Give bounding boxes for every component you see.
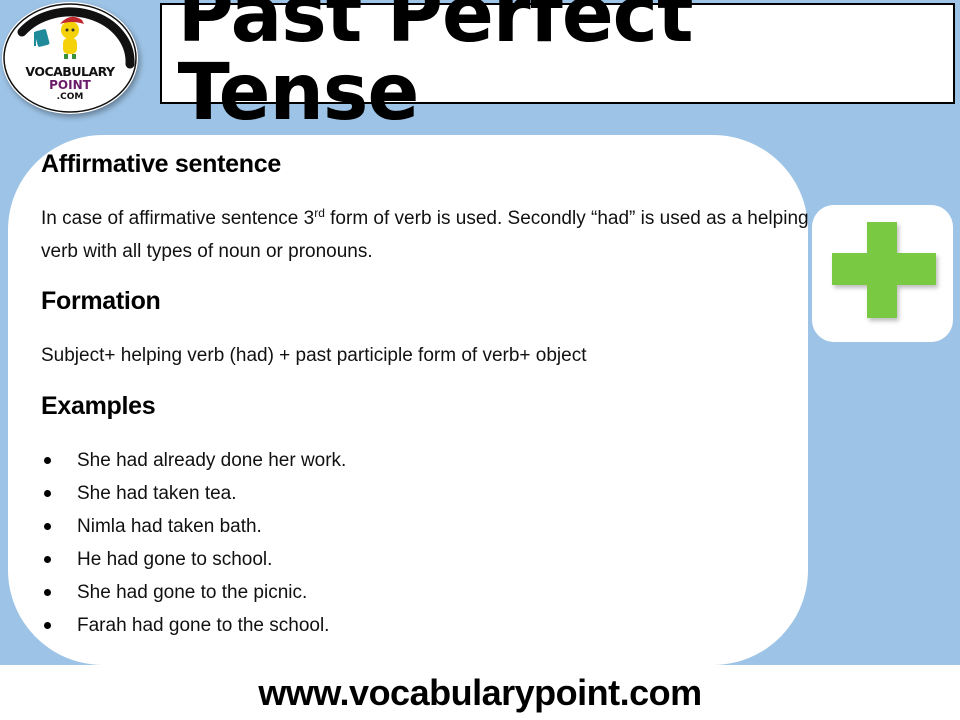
bullet-icon bbox=[44, 523, 51, 530]
example-text: He had gone to school. bbox=[77, 548, 273, 570]
affirmative-heading: Affirmative sentence bbox=[41, 150, 281, 178]
example-text: She had gone to the picnic. bbox=[77, 581, 308, 603]
list-item: Nimla had taken bath. bbox=[41, 510, 346, 543]
ordinal-superscript: rd bbox=[314, 206, 325, 220]
bullet-icon bbox=[44, 457, 51, 464]
examples-heading: Examples bbox=[41, 392, 156, 420]
plus-card bbox=[812, 205, 953, 342]
affirmative-text-part1: In case of affirmative sentence 3 bbox=[41, 208, 315, 229]
title-banner: Past Perfect Tense bbox=[160, 0, 955, 132]
example-text: She had taken tea. bbox=[77, 482, 237, 504]
list-item: He had gone to school. bbox=[41, 543, 346, 576]
page-title: Past Perfect Tense bbox=[177, 0, 694, 138]
logo: VOCABULARY POINT .COM bbox=[2, 2, 138, 114]
formation-heading: Formation bbox=[41, 287, 161, 315]
list-item: She had taken tea. bbox=[41, 477, 346, 510]
example-text: Nimla had taken bath. bbox=[77, 515, 262, 537]
example-text: She had already done her work. bbox=[77, 449, 347, 471]
example-text: Farah had gone to the school. bbox=[77, 614, 330, 636]
list-item: She had gone to the picnic. bbox=[41, 576, 346, 609]
bullet-icon bbox=[44, 556, 51, 563]
logo-text-point: POINT bbox=[49, 78, 91, 92]
list-item: She had already done her work. bbox=[41, 444, 346, 477]
formation-formula: Subject+ helping verb (had) + past parti… bbox=[41, 345, 587, 366]
list-item: Farah had gone to the school. bbox=[41, 609, 346, 642]
bullet-icon bbox=[44, 622, 51, 629]
logo-text-com: .COM bbox=[56, 92, 84, 102]
footer-url: www.vocabularypoint.com bbox=[258, 672, 702, 713]
logo-text-vocabulary: VOCABULARY bbox=[25, 64, 115, 79]
bullet-icon bbox=[44, 589, 51, 596]
plus-icon bbox=[832, 222, 936, 318]
mascot-icon bbox=[34, 16, 84, 59]
examples-list: She had already done her work. She had t… bbox=[41, 444, 346, 642]
affirmative-description: In case of affirmative sentence 3rd form… bbox=[41, 202, 811, 268]
bullet-icon bbox=[44, 490, 51, 497]
